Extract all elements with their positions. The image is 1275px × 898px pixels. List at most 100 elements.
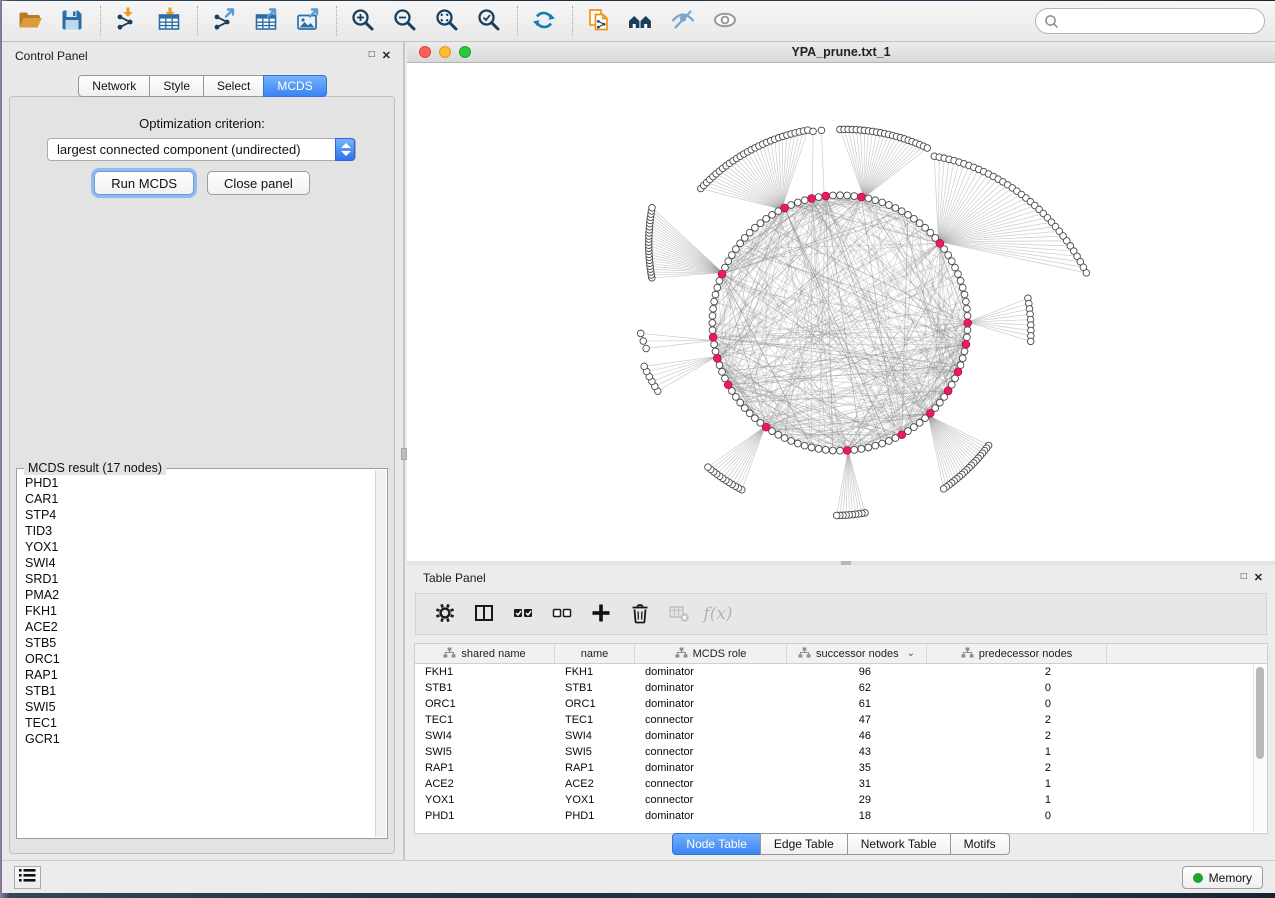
mcds-result-item[interactable]: SWI5 bbox=[25, 699, 375, 715]
network-node[interactable] bbox=[725, 258, 732, 265]
table-cell[interactable]: connector bbox=[635, 776, 787, 792]
edge[interactable] bbox=[649, 356, 717, 376]
zoom-in-button[interactable] bbox=[345, 4, 381, 38]
mcds-result-item[interactable]: STB1 bbox=[25, 683, 375, 699]
satellite-node[interactable] bbox=[649, 204, 656, 211]
network-node[interactable] bbox=[711, 298, 718, 305]
network-node[interactable] bbox=[719, 368, 726, 375]
satellite-node[interactable] bbox=[643, 345, 650, 352]
network-node[interactable] bbox=[872, 442, 879, 449]
edge[interactable] bbox=[782, 133, 796, 210]
table-cell[interactable]: RAP1 bbox=[555, 760, 635, 776]
mcds-result-item[interactable]: TEC1 bbox=[25, 715, 375, 731]
mcds-result-item[interactable]: ORC1 bbox=[25, 651, 375, 667]
mcds-result-item[interactable]: SWI4 bbox=[25, 555, 375, 571]
network-node[interactable] bbox=[865, 444, 872, 451]
network-node[interactable] bbox=[879, 440, 886, 447]
edge[interactable] bbox=[812, 131, 813, 198]
table-cell[interactable]: RAP1 bbox=[415, 760, 555, 776]
edge[interactable] bbox=[643, 341, 713, 342]
mcds-result-item[interactable]: PHD1 bbox=[25, 475, 375, 491]
network-node[interactable] bbox=[885, 202, 892, 209]
dominator-node[interactable] bbox=[944, 387, 952, 395]
memory-button[interactable]: Memory bbox=[1182, 866, 1263, 889]
network-node[interactable] bbox=[822, 446, 829, 453]
close-table-panel-icon[interactable]: ✕ bbox=[1254, 571, 1263, 584]
network-node[interactable] bbox=[781, 435, 788, 442]
satellite-node[interactable] bbox=[705, 464, 712, 471]
table-cell[interactable]: STB1 bbox=[555, 680, 635, 696]
tab-select[interactable]: Select bbox=[203, 75, 264, 97]
network-node[interactable] bbox=[801, 442, 808, 449]
delete-button[interactable] bbox=[625, 599, 655, 629]
table-cell[interactable]: 0 bbox=[927, 680, 1107, 696]
refresh-button[interactable] bbox=[526, 4, 562, 38]
network-node[interactable] bbox=[716, 277, 723, 284]
table-cell[interactable]: connector bbox=[635, 712, 787, 728]
edge[interactable] bbox=[717, 426, 765, 474]
table-cell[interactable]: connector bbox=[635, 792, 787, 808]
table-row[interactable]: ORC1ORC1dominator610 bbox=[415, 696, 1267, 712]
table-cell[interactable]: 35 bbox=[787, 760, 927, 776]
table-cell[interactable]: 0 bbox=[927, 696, 1107, 712]
edge[interactable] bbox=[968, 304, 1029, 323]
network-node[interactable] bbox=[815, 445, 822, 452]
export-network-button[interactable] bbox=[206, 4, 242, 38]
network-node[interactable] bbox=[844, 192, 851, 199]
network-node[interactable] bbox=[885, 438, 892, 445]
table-cell[interactable]: FKH1 bbox=[415, 664, 555, 680]
table-cell[interactable]: dominator bbox=[635, 728, 787, 744]
table-row[interactable]: PHD1PHD1dominator180 bbox=[415, 808, 1267, 824]
edge[interactable] bbox=[649, 248, 723, 272]
network-node[interactable] bbox=[711, 341, 718, 348]
column-header-successor-nodes[interactable]: successor nodes⌄ bbox=[787, 644, 927, 663]
table-cell[interactable]: dominator bbox=[635, 760, 787, 776]
edge[interactable] bbox=[652, 273, 723, 278]
table-cell[interactable]: dominator bbox=[635, 696, 787, 712]
dominator-node[interactable] bbox=[962, 340, 970, 348]
table-cell[interactable]: ACE2 bbox=[555, 776, 635, 792]
table-cell[interactable]: 47 bbox=[787, 712, 927, 728]
edge[interactable] bbox=[928, 415, 984, 450]
mcds-result-item[interactable]: STB5 bbox=[25, 635, 375, 651]
mcds-result-item[interactable]: GCR1 bbox=[25, 731, 375, 747]
network-node[interactable] bbox=[948, 258, 955, 265]
open-file-button[interactable] bbox=[12, 4, 48, 38]
satellite-node[interactable] bbox=[1027, 338, 1034, 345]
network-node[interactable] bbox=[911, 215, 918, 222]
edge[interactable] bbox=[782, 131, 804, 209]
criterion-select[interactable]: largest connected component (undirected) bbox=[47, 138, 356, 161]
tab-edge-table[interactable]: Edge Table bbox=[760, 833, 848, 855]
dominator-node[interactable] bbox=[808, 195, 816, 203]
edge[interactable] bbox=[647, 356, 717, 371]
first-neighbors-button[interactable] bbox=[623, 4, 659, 38]
table-cell[interactable]: SWI4 bbox=[415, 728, 555, 744]
table-cell[interactable]: 1 bbox=[927, 744, 1107, 760]
satellite-node[interactable] bbox=[940, 486, 947, 493]
network-node[interactable] bbox=[964, 312, 971, 319]
network-node[interactable] bbox=[716, 362, 723, 369]
edge[interactable] bbox=[938, 242, 1080, 262]
edge[interactable] bbox=[652, 356, 717, 381]
dominator-node[interactable] bbox=[781, 204, 789, 212]
table-scrollbar-thumb[interactable] bbox=[1256, 667, 1264, 759]
table-row[interactable]: SWI5SWI5connector431 bbox=[415, 744, 1267, 760]
column-header-name[interactable]: name bbox=[555, 644, 635, 663]
delete-table-disabled-button[interactable] bbox=[664, 599, 694, 629]
task-history-button[interactable] bbox=[14, 866, 41, 889]
column-header-shared-name[interactable]: shared name bbox=[415, 644, 555, 663]
table-row[interactable]: YOX1YOX1connector291 bbox=[415, 792, 1267, 808]
edge[interactable] bbox=[848, 129, 864, 197]
dominator-node[interactable] bbox=[762, 423, 770, 431]
table-cell[interactable]: 2 bbox=[927, 664, 1107, 680]
network-node[interactable] bbox=[837, 192, 844, 199]
edge[interactable] bbox=[938, 242, 1073, 251]
import-network-button[interactable] bbox=[109, 4, 145, 38]
network-node[interactable] bbox=[911, 424, 918, 431]
satellite-node[interactable] bbox=[640, 338, 647, 345]
table-cell[interactable]: SWI5 bbox=[555, 744, 635, 760]
table-settings-button[interactable] bbox=[430, 599, 460, 629]
function-builder-button[interactable]: f(x) bbox=[703, 599, 733, 629]
network-node[interactable] bbox=[959, 284, 966, 291]
network-node[interactable] bbox=[815, 194, 822, 201]
